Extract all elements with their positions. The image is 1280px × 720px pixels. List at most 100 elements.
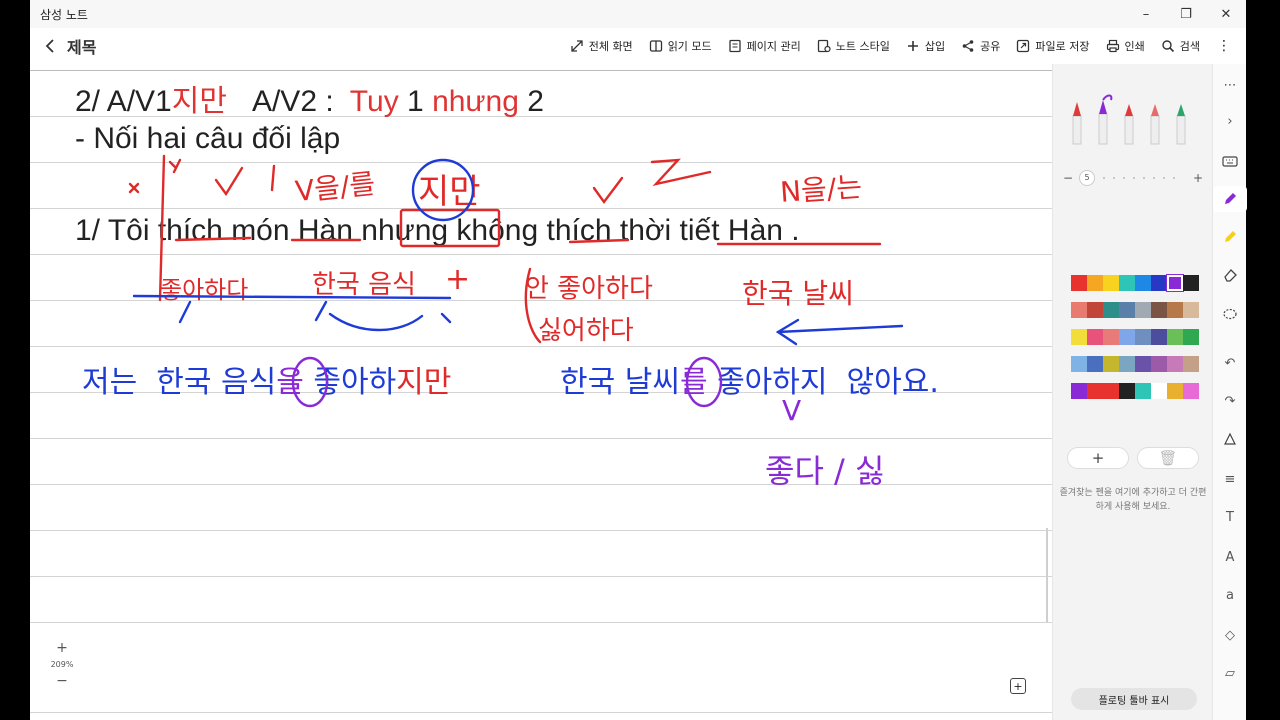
color-swatch[interactable]	[1151, 356, 1167, 372]
size-decrease-button[interactable]: −	[1063, 171, 1073, 185]
undo-icon[interactable]: ↶	[1213, 350, 1247, 376]
color-swatch[interactable]	[1167, 275, 1183, 291]
handwriting-verb-mark: V	[782, 394, 802, 427]
color-swatch[interactable]	[1103, 275, 1119, 291]
color-swatch[interactable]	[1183, 275, 1199, 291]
add-page-button[interactable]: +	[1010, 678, 1026, 694]
color-swatch[interactable]	[1087, 329, 1103, 345]
palette-row	[1071, 302, 1199, 318]
insert-button[interactable]: 삽입	[906, 38, 945, 54]
fullscreen-button[interactable]: 전체 화면	[570, 38, 633, 54]
add-page-icon: +	[1013, 679, 1023, 693]
color-swatch[interactable]	[1183, 383, 1199, 399]
handwriting-korean-food: 한국 음식	[312, 270, 416, 300]
add-favorite-button[interactable]: +	[1067, 447, 1129, 469]
vertical-scrollbar[interactable]	[1046, 528, 1048, 622]
delete-favorite-button[interactable]: 🗑	[1137, 447, 1199, 469]
text-align-icon[interactable]: ≡	[1213, 466, 1247, 492]
color-swatch[interactable]	[1183, 302, 1199, 318]
handwriting-sentence: 저는 한국 음식을 좋아하지만	[82, 357, 451, 401]
read-mode-button[interactable]: 읽기 모드	[649, 38, 712, 54]
color-swatch[interactable]	[1151, 275, 1167, 291]
text-box-icon[interactable]: T	[1213, 504, 1247, 530]
size-increase-button[interactable]: +	[1193, 171, 1203, 185]
note-canvas[interactable]: 2/ A/V1지만 A/V2 : Tuy 1 nhưng 2 - Nối hai…	[30, 64, 1052, 720]
pen-size-slider[interactable]: − 5 +	[1063, 170, 1203, 186]
color-swatch[interactable]	[1071, 275, 1087, 291]
color-swatch[interactable]	[1119, 383, 1135, 399]
size-step	[1113, 177, 1116, 179]
color-swatch[interactable]	[1135, 275, 1151, 291]
color-swatch[interactable]	[1167, 302, 1183, 318]
red-cross-stroke	[128, 182, 140, 194]
color-swatch[interactable]	[1135, 383, 1151, 399]
pen-icon[interactable]	[1213, 186, 1247, 212]
print-button[interactable]: 인쇄	[1106, 38, 1145, 54]
floating-toolbar-button[interactable]: 플로팅 툴바 표시	[1071, 688, 1197, 710]
zoom-in-button[interactable]: +	[56, 640, 68, 656]
color-swatch[interactable]	[1135, 302, 1151, 318]
redo-icon[interactable]: ↷	[1213, 388, 1247, 414]
keyboard-icon[interactable]	[1213, 148, 1247, 174]
color-swatch[interactable]	[1087, 356, 1103, 372]
color-swatch[interactable]	[1071, 302, 1087, 318]
color-swatch[interactable]	[1087, 302, 1103, 318]
size-knob[interactable]: 5	[1079, 170, 1096, 186]
color-swatch[interactable]	[1103, 356, 1119, 372]
color-swatch[interactable]	[1119, 275, 1135, 291]
convert-text-icon[interactable]: a	[1213, 582, 1247, 608]
color-swatch[interactable]	[1071, 383, 1087, 399]
color-swatch[interactable]	[1071, 356, 1087, 372]
note-style-button[interactable]: 노트 스타일	[817, 38, 890, 54]
layers-icon[interactable]: ▱	[1213, 660, 1247, 686]
minimize-button[interactable]: –	[1126, 0, 1166, 28]
menu-dots-icon[interactable]: ⋯	[1213, 72, 1247, 98]
color-swatch[interactable]	[1103, 329, 1119, 345]
grammar-nhung: nhưng	[432, 85, 519, 118]
color-swatch[interactable]	[1119, 302, 1135, 318]
search-button[interactable]: 검색	[1161, 38, 1200, 54]
color-swatch[interactable]	[1151, 329, 1167, 345]
color-swatch[interactable]	[1167, 329, 1183, 345]
palette-row	[1071, 329, 1199, 345]
grammar-tuy: Tuy	[349, 85, 399, 118]
share-button[interactable]: 공유	[961, 38, 1000, 54]
size-step	[1143, 177, 1146, 179]
size-track[interactable]: 5	[1079, 170, 1187, 186]
page-manage-button[interactable]: 페이지 관리	[728, 38, 801, 54]
more-options-button[interactable]: ⋮	[1216, 38, 1232, 54]
color-swatch[interactable]	[1103, 302, 1119, 318]
color-swatch[interactable]	[1103, 383, 1119, 399]
chevron-right-icon[interactable]: ›	[1213, 108, 1247, 134]
color-swatch[interactable]	[1151, 302, 1167, 318]
color-swatch[interactable]	[1119, 356, 1135, 372]
shape-icon[interactable]	[1213, 426, 1247, 452]
eraser-icon[interactable]	[1213, 262, 1247, 288]
color-swatch[interactable]	[1151, 383, 1167, 399]
note-title[interactable]: 제목	[67, 34, 96, 58]
color-swatch[interactable]	[1135, 356, 1151, 372]
note-toolbar: 제목 전체 화면 읽기 모드 페이지 관리 노트 스타일 삽입 공유 파일로 저…	[30, 28, 1246, 64]
color-swatch[interactable]	[1071, 329, 1087, 345]
red-tick-stroke	[270, 164, 276, 192]
maximize-button[interactable]: ❐	[1166, 0, 1206, 28]
close-button[interactable]: ✕	[1206, 0, 1246, 28]
handwriting-plus: +	[445, 262, 471, 297]
color-swatch[interactable]	[1167, 356, 1183, 372]
shapes-icon[interactable]: ◇	[1213, 622, 1247, 648]
size-step	[1153, 177, 1156, 179]
zoom-out-button[interactable]: −	[56, 673, 68, 689]
color-swatch[interactable]	[1087, 275, 1103, 291]
color-swatch[interactable]	[1167, 383, 1183, 399]
text-style-icon[interactable]: A	[1213, 544, 1247, 570]
color-swatch[interactable]	[1135, 329, 1151, 345]
color-swatch[interactable]	[1119, 329, 1135, 345]
color-swatch[interactable]	[1183, 356, 1199, 372]
color-swatch[interactable]	[1183, 329, 1199, 345]
highlighter-icon[interactable]	[1213, 224, 1247, 250]
color-swatch[interactable]	[1087, 383, 1103, 399]
rule-line	[30, 622, 1052, 623]
back-button[interactable]	[35, 31, 65, 61]
lasso-icon[interactable]	[1213, 302, 1247, 328]
save-file-button[interactable]: 파일로 저장	[1016, 38, 1090, 54]
